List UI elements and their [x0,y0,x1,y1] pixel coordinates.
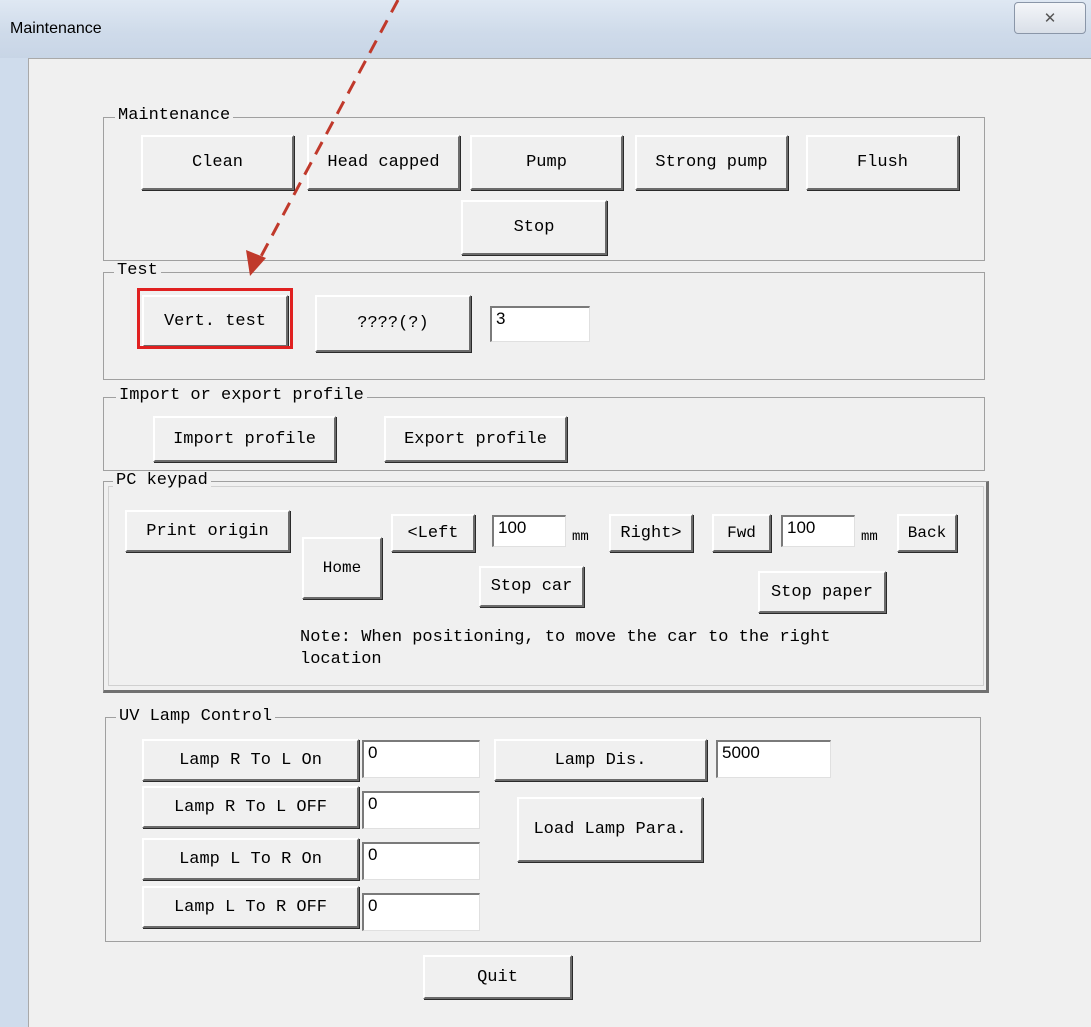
annotation-arrow [246,0,400,276]
maintenance-window: Maintenance ✕ Maintenance Clean Head cap… [0,0,1091,1027]
arrow-shaft [256,0,400,263]
